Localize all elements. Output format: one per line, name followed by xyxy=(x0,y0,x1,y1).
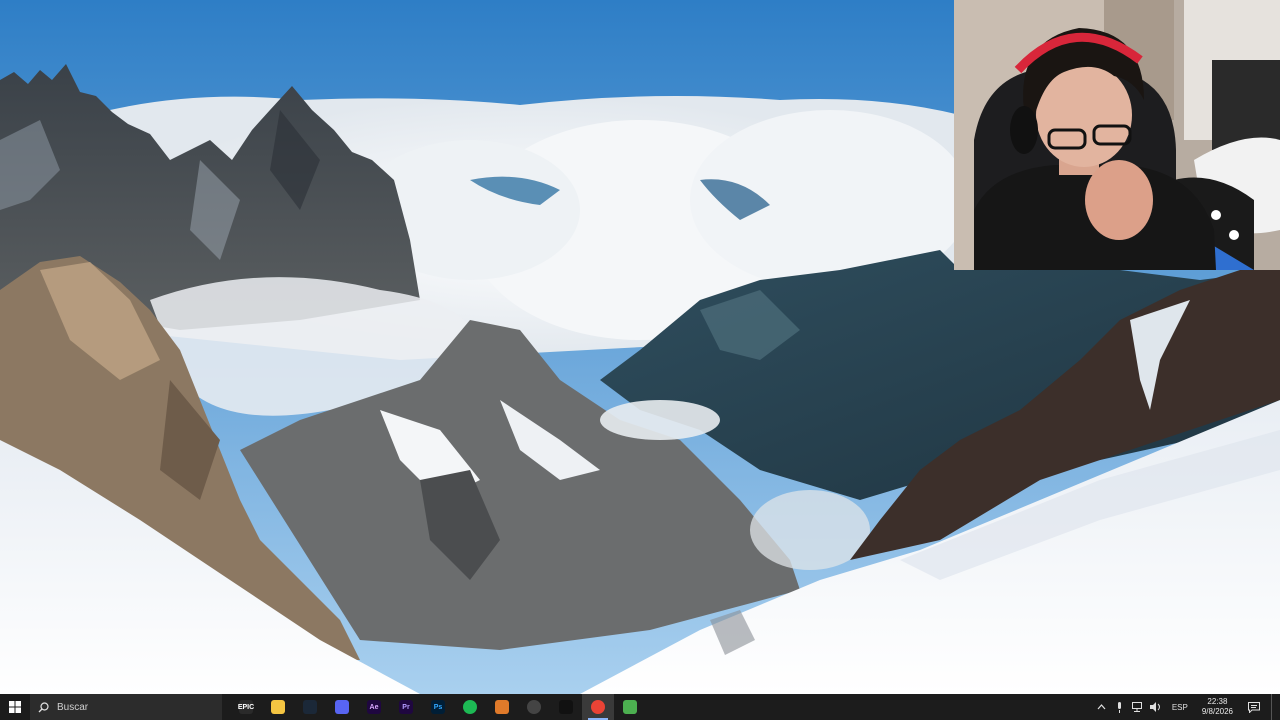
taskbar-app-minecraft[interactable] xyxy=(614,694,646,720)
epic-games-icon-label: EPIC xyxy=(237,703,255,711)
taskbar-app-chrome[interactable] xyxy=(582,694,614,720)
language-indicator[interactable]: ESP xyxy=(1172,703,1188,712)
taskbar-app-discord[interactable] xyxy=(326,694,358,720)
microphone-icon[interactable] xyxy=(1114,694,1126,720)
taskbar-app-file-explorer[interactable] xyxy=(262,694,294,720)
chevron-up-icon[interactable] xyxy=(1096,694,1108,720)
streamer-video xyxy=(954,0,1280,270)
search-placeholder: Buscar xyxy=(57,701,89,713)
taskbar-app-app-orange[interactable] xyxy=(486,694,518,720)
taskbar-app-app-circle[interactable] xyxy=(518,694,550,720)
clock-date: 9/8/2026 xyxy=(1201,707,1233,716)
taskbar: Buscar EPIC Ae Pr Ps ESP 22:38 9/8/2026 xyxy=(0,694,1280,720)
network-icon[interactable] xyxy=(1131,694,1144,720)
windows-logo-icon xyxy=(9,701,21,713)
app-circle-icon xyxy=(527,700,541,714)
steam-icon xyxy=(303,700,317,714)
taskbar-app-photoshop[interactable]: Ps xyxy=(422,694,454,720)
search-box[interactable]: Buscar xyxy=(30,694,222,720)
after-effects-icon-label: Ae xyxy=(369,703,379,711)
discord-icon xyxy=(335,700,349,714)
chrome-icon xyxy=(591,700,605,714)
photoshop-icon-label: Ps xyxy=(433,703,443,711)
show-desktop-button[interactable] xyxy=(1271,694,1276,720)
clock[interactable]: 22:38 9/8/2026 xyxy=(1198,697,1237,717)
spotify-icon xyxy=(463,700,477,714)
premiere-pro-icon: Pr xyxy=(399,700,413,714)
epic-games-icon: EPIC xyxy=(237,700,255,714)
premiere-pro-icon-label: Pr xyxy=(402,703,410,711)
minecraft-icon xyxy=(623,700,637,714)
taskbar-app-epic-games[interactable]: EPIC xyxy=(230,694,262,720)
taskbar-app-steam[interactable] xyxy=(294,694,326,720)
app-orange-icon xyxy=(495,700,509,714)
after-effects-icon: Ae xyxy=(367,700,381,714)
desktop[interactable] xyxy=(0,0,1280,694)
webcam-overlay xyxy=(954,0,1280,270)
clock-time: 22:38 xyxy=(1207,697,1228,706)
notification-icon[interactable] xyxy=(1243,694,1265,720)
file-explorer-icon xyxy=(271,700,285,714)
photoshop-icon: Ps xyxy=(431,700,445,714)
volume-icon[interactable] xyxy=(1149,694,1162,720)
tiktok-icon xyxy=(559,700,573,714)
system-tray: ESP 22:38 9/8/2026 xyxy=(1096,694,1280,720)
taskbar-app-tiktok[interactable] xyxy=(550,694,582,720)
taskbar-app-spotify[interactable] xyxy=(454,694,486,720)
taskbar-app-after-effects[interactable]: Ae xyxy=(358,694,390,720)
taskbar-app-premiere-pro[interactable]: Pr xyxy=(390,694,422,720)
pinned-apps: EPIC Ae Pr Ps xyxy=(230,694,646,720)
search-icon xyxy=(38,701,49,712)
start-button[interactable] xyxy=(0,694,30,720)
